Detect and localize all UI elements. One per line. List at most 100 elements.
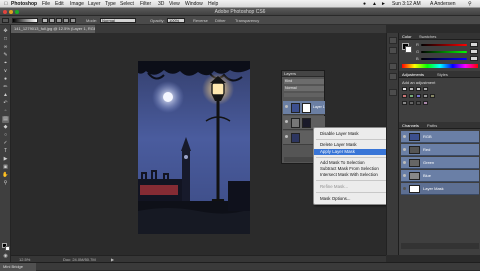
red-value[interactable] xyxy=(470,42,478,47)
character-panel-icon[interactable] xyxy=(389,63,397,70)
layer-thumbnail[interactable] xyxy=(291,133,300,143)
visibility-eye-icon[interactable] xyxy=(285,105,288,108)
quick-mask-icon[interactable]: ◉ xyxy=(2,253,9,260)
visibility-eye-icon[interactable] xyxy=(403,187,406,190)
menu-3d[interactable]: 3D xyxy=(158,1,164,7)
vibrance-icon[interactable] xyxy=(402,94,407,98)
green-slider[interactable] xyxy=(421,51,467,53)
menu-window[interactable]: Window xyxy=(185,1,203,7)
tab-styles[interactable]: Styles xyxy=(437,72,448,77)
menu-item-apply-layer-mask[interactable]: Apply Layer Mask xyxy=(314,149,396,155)
brush-tool-icon[interactable]: ✏ xyxy=(2,84,9,91)
menu-item-delete-layer-mask[interactable]: Delete Layer Mask xyxy=(314,142,396,148)
menu-layer[interactable]: Layer xyxy=(88,1,101,7)
brightness-contrast-icon[interactable] xyxy=(402,87,407,91)
move-tool-icon[interactable]: ✥ xyxy=(2,28,9,35)
document-tab[interactable]: 141_1279013_full.jpg @ 12.5% (Layer 1, R… xyxy=(11,25,95,33)
shape-tool-icon[interactable]: ▣ xyxy=(2,164,9,171)
stamp-tool-icon[interactable]: ▲ xyxy=(2,92,9,99)
menu-item-intersect-mask-with-selection[interactable]: Intersect Mask With Selection xyxy=(314,172,396,178)
paragraph-panel-icon[interactable] xyxy=(389,73,397,80)
quick-select-tool-icon[interactable]: ✎ xyxy=(2,52,9,59)
green-value[interactable] xyxy=(470,49,478,54)
type-tool-icon[interactable]: T xyxy=(2,148,9,155)
menu-item-mask-options[interactable]: Mask Options... xyxy=(314,196,396,202)
menu-image[interactable]: Image xyxy=(70,1,84,7)
dither-checkbox[interactable]: Dither xyxy=(215,18,226,23)
levels-icon[interactable] xyxy=(409,87,414,91)
tab-adjustments[interactable]: Adjustments xyxy=(402,72,424,77)
gradient-map-icon[interactable] xyxy=(423,101,428,105)
menu-photoshop[interactable]: Photoshop xyxy=(11,1,37,7)
crop-tool-icon[interactable]: ⌖ xyxy=(2,60,9,67)
mode-select[interactable]: Normal xyxy=(100,18,136,23)
color-spectrum-ramp[interactable] xyxy=(402,64,478,68)
visibility-eye-icon[interactable] xyxy=(403,161,406,164)
menu-type[interactable]: Type xyxy=(105,1,116,7)
background-color-swatch[interactable] xyxy=(5,246,10,251)
wifi-icon[interactable]: ▲ xyxy=(372,1,377,7)
apple-icon[interactable]:  xyxy=(4,1,8,7)
photo-filter-icon[interactable] xyxy=(430,94,435,98)
lasso-tool-icon[interactable]: ∞ xyxy=(2,44,9,51)
pen-tool-icon[interactable]: ✓ xyxy=(2,140,9,147)
red-slider[interactable] xyxy=(421,44,467,46)
color-balance-icon[interactable] xyxy=(416,94,421,98)
hue-saturation-icon[interactable] xyxy=(409,94,414,98)
transparency-checkbox[interactable]: Transparency xyxy=(235,18,259,23)
menu-edit[interactable]: Edit xyxy=(55,1,64,7)
layer-thumbnail[interactable] xyxy=(291,118,300,128)
layer-mask-thumbnail[interactable] xyxy=(302,118,311,128)
tab-color[interactable]: Color xyxy=(402,34,412,39)
volume-icon[interactable]: ► xyxy=(381,1,386,7)
path-select-tool-icon[interactable]: ▶ xyxy=(2,156,9,163)
channel-row-layer-mask[interactable]: Layer Mask xyxy=(401,183,479,195)
menu-item-disable-layer-mask[interactable]: Disable Layer Mask xyxy=(314,131,396,137)
sync-icon[interactable]: ● xyxy=(363,1,366,7)
layer-row-layer-1[interactable]: Layer 1 xyxy=(283,101,325,115)
clock[interactable]: Sun 3:12 AM xyxy=(392,1,421,7)
hand-tool-icon[interactable]: ✋ xyxy=(2,172,9,179)
blur-tool-icon[interactable]: ◆ xyxy=(2,124,9,131)
user-name[interactable]: A Andersen xyxy=(430,1,456,7)
visibility-eye-icon[interactable] xyxy=(403,174,406,177)
layer-name[interactable]: Layer 1 xyxy=(313,105,325,109)
opacity-input[interactable]: 100% xyxy=(167,18,185,23)
visibility-eye-icon[interactable] xyxy=(285,120,288,123)
visibility-eye-icon[interactable] xyxy=(403,135,406,138)
reflected-gradient-icon[interactable] xyxy=(63,18,69,23)
linear-gradient-icon[interactable] xyxy=(42,18,48,23)
channel-row-rgb[interactable]: RGB xyxy=(401,131,479,143)
gradient-preview[interactable] xyxy=(12,18,38,23)
layer-thumbnail[interactable] xyxy=(291,103,300,113)
invert-icon[interactable] xyxy=(402,101,407,105)
channel-row-blue[interactable]: Blue xyxy=(401,170,479,182)
posterize-icon[interactable] xyxy=(409,101,414,105)
color-background-swatch[interactable] xyxy=(405,46,412,53)
menu-select[interactable]: Select xyxy=(120,1,134,7)
visibility-eye-icon[interactable] xyxy=(403,148,406,151)
history-brush-tool-icon[interactable]: ↶ xyxy=(2,100,9,107)
curves-icon[interactable] xyxy=(416,87,421,91)
black-white-icon[interactable] xyxy=(423,94,428,98)
marquee-tool-icon[interactable]: □ xyxy=(2,36,9,43)
menu-help[interactable]: Help xyxy=(208,1,218,7)
eraser-tool-icon[interactable]: ▫ xyxy=(2,108,9,115)
brush-panel-icon[interactable] xyxy=(389,89,397,96)
channel-row-green[interactable]: Green xyxy=(401,157,479,169)
threshold-icon[interactable] xyxy=(416,101,421,105)
visibility-eye-icon[interactable] xyxy=(285,135,288,138)
history-panel-icon[interactable] xyxy=(389,37,397,44)
blend-mode-select[interactable]: Normal xyxy=(284,86,324,91)
menu-file[interactable]: File xyxy=(42,1,50,7)
dodge-tool-icon[interactable]: ○ xyxy=(2,132,9,139)
blue-value[interactable] xyxy=(470,56,478,61)
reverse-checkbox[interactable]: Reverse xyxy=(193,18,208,23)
zoom-tool-icon[interactable]: ⚲ xyxy=(2,180,9,187)
document-image[interactable] xyxy=(138,61,250,234)
tab-channels[interactable]: Channels xyxy=(402,123,419,128)
layers-panel-title[interactable]: Layers xyxy=(282,71,324,77)
angle-gradient-icon[interactable] xyxy=(56,18,62,23)
eyedropper-tool-icon[interactable]: ∨ xyxy=(2,68,9,75)
layer-filter-select[interactable]: Kind xyxy=(284,79,324,84)
